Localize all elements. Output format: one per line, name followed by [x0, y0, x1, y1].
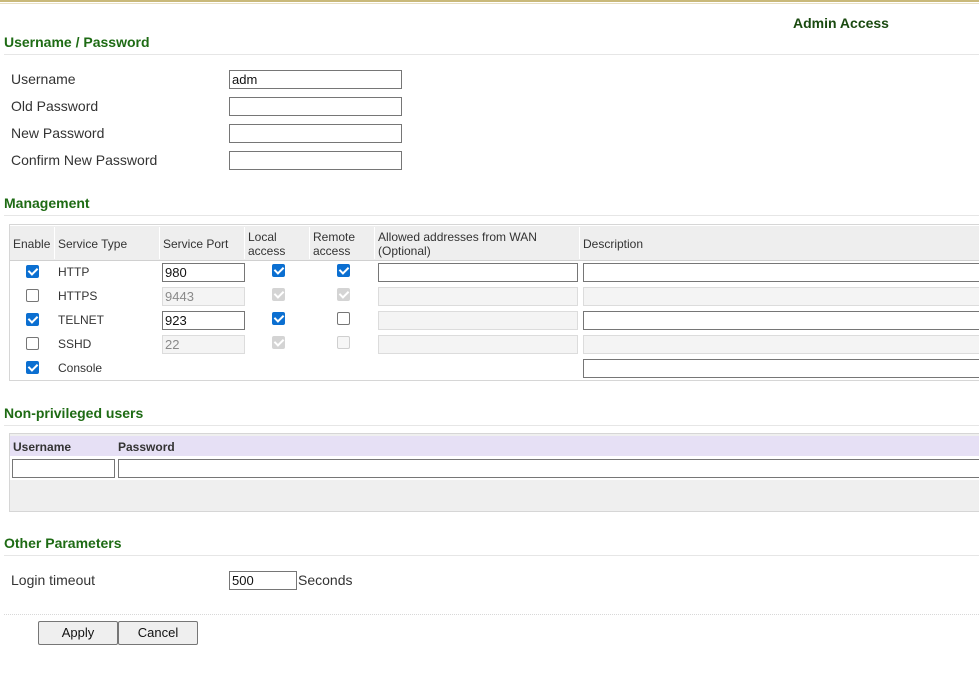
service-type-sshd: SSHD	[58, 337, 92, 351]
service-type-http: HTTP	[58, 265, 90, 279]
header-service-type: Service Type	[58, 237, 128, 251]
local-access-checkbox-sshd	[272, 336, 285, 349]
top-border	[0, 0, 979, 2]
header-np-username: Username	[13, 440, 72, 454]
confirm-password-label: Confirm New Password	[11, 152, 158, 168]
enable-checkbox-http[interactable]	[26, 265, 39, 278]
remote-access-checkbox-http[interactable]	[337, 264, 350, 277]
other-parameters-section-title: Other Parameters	[4, 535, 122, 551]
header-remote-access-line2: access	[313, 244, 351, 258]
old-password-label: Old Password	[11, 98, 99, 114]
apply-button[interactable]: Apply	[38, 621, 118, 645]
new-password-input[interactable]	[229, 124, 402, 143]
username-label: Username	[11, 71, 76, 87]
login-timeout-label: Login timeout	[11, 572, 96, 588]
column-separator	[244, 227, 245, 259]
login-timeout-input[interactable]	[229, 571, 297, 590]
header-enable: Enable	[13, 237, 51, 251]
column-separator	[159, 227, 160, 259]
top-border-shadow	[0, 3, 979, 4]
column-separator	[309, 227, 310, 259]
header-allowed-addresses: Allowed addresses from WAN (Optional)	[378, 230, 537, 258]
allowed-address-input-telnet	[378, 311, 578, 330]
enable-checkbox-console[interactable]	[26, 361, 39, 374]
confirm-password-input[interactable]	[229, 151, 402, 170]
allowed-address-input-https	[378, 287, 578, 306]
login-timeout-unit: Seconds	[298, 572, 353, 588]
header-allowed-line2: (Optional)	[378, 244, 431, 258]
credentials-section-title: Username / Password	[4, 34, 150, 50]
header-description: Description	[583, 237, 644, 251]
column-separator	[54, 227, 55, 259]
column-separator	[579, 227, 580, 259]
remote-access-checkbox-sshd	[337, 336, 350, 349]
remote-access-checkbox-https	[337, 288, 350, 301]
footer-divider	[4, 614, 979, 615]
header-local-access-line1: Local	[248, 230, 277, 244]
username-input[interactable]	[229, 70, 402, 89]
description-input-console[interactable]	[583, 359, 979, 378]
remote-access-checkbox-telnet[interactable]	[337, 312, 350, 325]
description-input-https	[583, 287, 979, 306]
enable-checkbox-sshd[interactable]	[26, 337, 39, 350]
old-password-input[interactable]	[229, 97, 402, 116]
header-np-password: Password	[118, 440, 175, 454]
np-password-input[interactable]	[118, 459, 979, 478]
header-remote-access: Remote access	[313, 230, 355, 258]
local-access-checkbox-http[interactable]	[272, 264, 285, 277]
service-port-input-https	[162, 287, 245, 306]
allowed-address-input-sshd	[378, 335, 578, 354]
section-divider	[4, 425, 979, 426]
local-access-checkbox-https	[272, 288, 285, 301]
description-input-sshd	[583, 335, 979, 354]
column-separator	[374, 227, 375, 259]
description-input-http[interactable]	[583, 263, 979, 282]
enable-checkbox-https[interactable]	[26, 289, 39, 302]
new-password-label: New Password	[11, 125, 105, 141]
header-remote-access-line1: Remote	[313, 230, 356, 244]
cancel-button[interactable]: Cancel	[118, 621, 198, 645]
description-input-telnet[interactable]	[583, 311, 979, 330]
section-divider	[4, 54, 979, 55]
np-username-input[interactable]	[12, 459, 115, 478]
non-privileged-section-title: Non-privileged users	[4, 405, 144, 421]
management-section-title: Management	[4, 195, 90, 211]
enable-checkbox-telnet[interactable]	[26, 313, 39, 326]
header-local-access: Local access	[248, 230, 285, 258]
service-type-console: Console	[58, 361, 103, 375]
service-port-input-sshd	[162, 335, 245, 354]
header-local-access-line2: access	[248, 244, 286, 258]
local-access-checkbox-telnet[interactable]	[272, 312, 285, 325]
header-service-port: Service Port	[163, 237, 229, 251]
section-divider	[4, 215, 979, 216]
allowed-address-input-http[interactable]	[378, 263, 578, 282]
page-title: Admin Access	[793, 15, 889, 31]
service-port-input-telnet[interactable]	[162, 311, 245, 330]
service-type-https: HTTPS	[58, 289, 98, 303]
section-divider	[4, 555, 979, 556]
service-type-telnet: TELNET	[58, 313, 105, 327]
service-port-input-http[interactable]	[162, 263, 245, 282]
header-allowed-line1: Allowed addresses from WAN	[378, 230, 537, 244]
